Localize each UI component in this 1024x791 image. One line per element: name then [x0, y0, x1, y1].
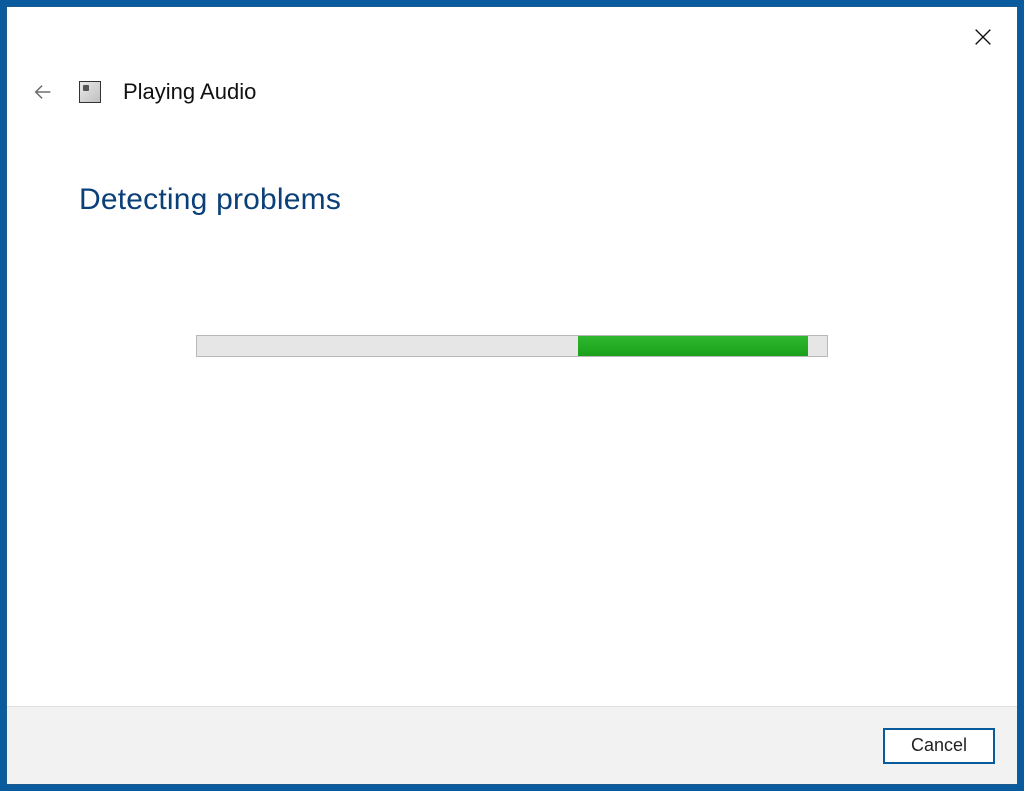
troubleshooter-icon: [79, 81, 101, 103]
wizard-header: Playing Audio: [7, 7, 1017, 105]
cancel-button[interactable]: Cancel: [883, 728, 995, 764]
back-button[interactable]: [31, 80, 55, 104]
arrow-left-icon: [32, 81, 54, 103]
wizard-title: Playing Audio: [123, 79, 256, 105]
progress-fill: [578, 336, 808, 356]
footer-bar: Cancel: [7, 706, 1017, 784]
page-heading: Detecting problems: [79, 183, 945, 217]
troubleshooter-window: Playing Audio Detecting problems Cancel: [6, 6, 1018, 785]
progress-container: [79, 335, 945, 357]
close-button[interactable]: [967, 21, 999, 53]
close-icon: [972, 26, 994, 48]
progress-bar: [196, 335, 828, 357]
content-area: Detecting problems: [7, 105, 1017, 706]
